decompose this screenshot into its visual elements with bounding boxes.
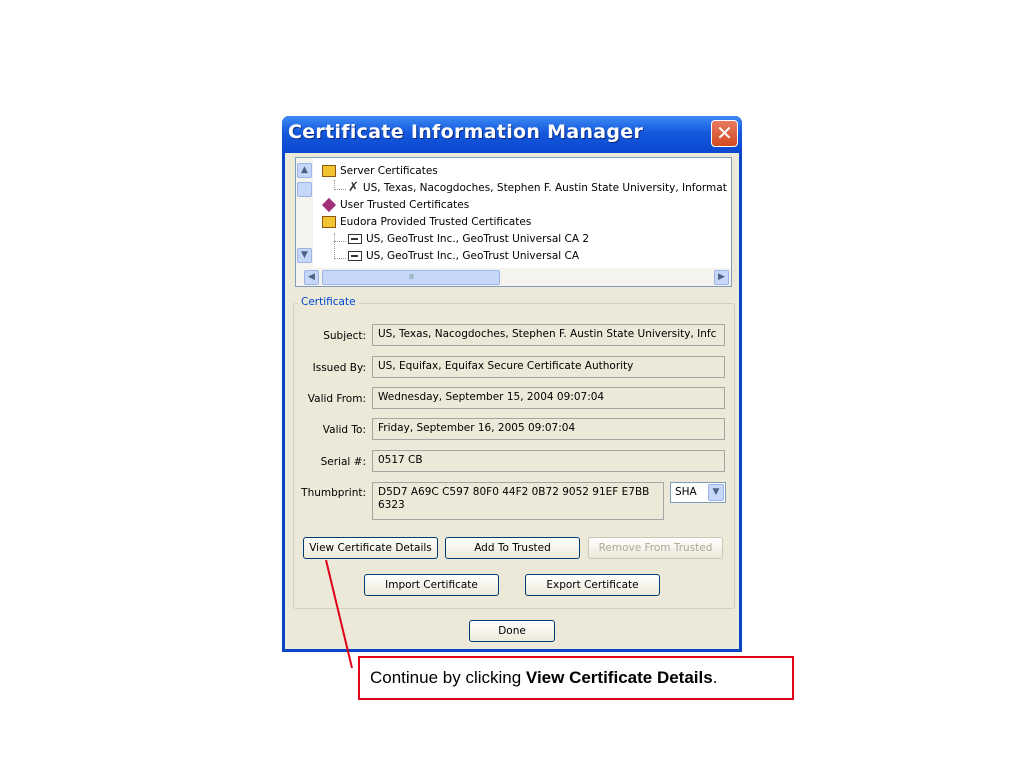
tree-item-label: User Trusted Certificates (340, 199, 470, 211)
scroll-down-icon[interactable]: ▼ (297, 248, 312, 263)
hash-algorithm-value: SHA (675, 486, 697, 498)
issued-by-field[interactable]: US, Equifax, Equifax Secure Certificate … (372, 356, 725, 378)
callout-emphasis: View Certificate Details (525, 668, 713, 687)
hash-algorithm-select[interactable]: SHA ▼ (670, 482, 726, 503)
tree-item-label: Server Certificates (340, 165, 438, 177)
tree-item-sfa-server-certificate[interactable]: ✗ US, Texas, Nacogdoches, Stephen F. Aust… (348, 180, 727, 196)
tree-horizontal-scroll-thumb[interactable]: IIII (322, 270, 500, 285)
subject-field[interactable]: US, Texas, Nacogdoches, Stephen F. Austi… (372, 324, 725, 346)
import-certificate-button[interactable]: Import Certificate (364, 574, 499, 596)
tree-vertical-scrollbar[interactable]: ▲ ▼ (296, 158, 313, 270)
tree-item-label: US, Texas, Nacogdoches, Stephen F. Austi… (362, 182, 727, 194)
certificate-tree[interactable]: ▲ ▼ Server Certificates ✗ US, Texas, Naco… (295, 157, 732, 287)
diamond-icon (321, 197, 337, 213)
tree-connector (334, 233, 335, 259)
issued-by-label: Issued By: (312, 362, 366, 374)
scroll-right-icon[interactable]: ▶ (714, 270, 729, 285)
title-bar[interactable]: Certificate Information Manager ✕ (282, 116, 742, 153)
certificate-group: Certificate Subject: US, Texas, Nacogdoc… (293, 296, 735, 609)
certificate-information-manager-dialog: Certificate Information Manager ✕ ▲ ▼ Se… (282, 116, 742, 652)
thumbprint-label: Thumbprint: (301, 487, 366, 499)
done-button[interactable]: Done (469, 620, 555, 642)
tree-item-user-trusted-certificates[interactable]: User Trusted Certificates (321, 197, 470, 213)
tree-item-label: US, GeoTrust Inc., GeoTrust Universal CA (366, 250, 580, 262)
certificate-icon (348, 234, 362, 244)
dialog-title: Certificate Information Manager (288, 121, 644, 143)
tree-connector (334, 241, 346, 242)
scroll-up-icon[interactable]: ▲ (297, 163, 312, 178)
add-to-trusted-button[interactable]: Add To Trusted (445, 537, 580, 559)
broken-certificate-icon: ✗ (348, 180, 359, 195)
thumbprint-field[interactable]: D5D7 A69C C597 80F0 44F2 0B72 9052 91EF … (372, 482, 664, 520)
instruction-callout: Continue by clicking View Certificate De… (358, 656, 794, 700)
book-icon (322, 165, 336, 177)
callout-prefix: Continue by clicking (370, 668, 526, 687)
callout-suffix: . (712, 668, 718, 687)
valid-from-field[interactable]: Wednesday, September 15, 2004 09:07:04 (372, 387, 725, 409)
valid-to-label: Valid To: (322, 424, 366, 436)
chevron-down-icon[interactable]: ▼ (708, 484, 724, 501)
serial-label: Serial #: (320, 456, 366, 468)
remove-from-trusted-button[interactable]: Remove From Trusted (588, 537, 723, 559)
certificate-icon (348, 251, 362, 261)
tree-connector (334, 189, 346, 190)
thumbprint-line-2: 6323 (378, 499, 405, 511)
close-button[interactable]: ✕ (711, 120, 738, 147)
tree-vertical-scroll-thumb[interactable] (297, 182, 312, 197)
book-icon (322, 216, 336, 228)
subject-label: Subject: (323, 330, 366, 342)
thumbprint-line-1: D5D7 A69C C597 80F0 44F2 0B72 9052 91EF … (378, 486, 650, 498)
tree-item-label: US, GeoTrust Inc., GeoTrust Universal CA… (366, 233, 590, 245)
valid-to-field[interactable]: Friday, September 16, 2005 09:07:04 (372, 418, 725, 440)
export-certificate-button[interactable]: Export Certificate (525, 574, 660, 596)
tree-horizontal-scrollbar[interactable]: ◀ IIII ▶ (296, 268, 731, 286)
tree-item-label: Eudora Provided Trusted Certificates (340, 216, 532, 228)
scroll-left-icon[interactable]: ◀ (304, 270, 319, 285)
certificate-group-label: Certificate (298, 296, 359, 308)
view-certificate-details-button[interactable]: View Certificate Details (303, 537, 438, 559)
tree-item-geotrust-universal-ca[interactable]: US, GeoTrust Inc., GeoTrust Universal CA (348, 248, 579, 264)
valid-from-label: Valid From: (307, 393, 366, 405)
tree-item-server-certificates[interactable]: Server Certificates (322, 163, 438, 179)
serial-field[interactable]: 0517 CB (372, 450, 725, 472)
tree-item-eudora-trusted-certificates[interactable]: Eudora Provided Trusted Certificates (322, 214, 531, 230)
tree-connector (334, 258, 346, 259)
dialog-client-area: ▲ ▼ Server Certificates ✗ US, Texas, Naco… (285, 153, 739, 649)
tree-item-geotrust-universal-ca-2[interactable]: US, GeoTrust Inc., GeoTrust Universal CA… (348, 231, 589, 247)
